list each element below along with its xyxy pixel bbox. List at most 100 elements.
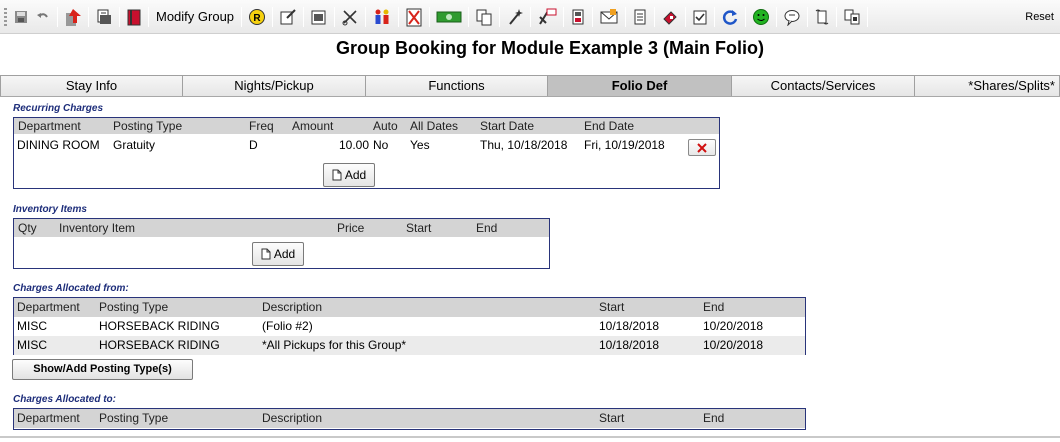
cut-icon[interactable] xyxy=(338,5,362,29)
cell-posting-type: HORSEBACK RIDING xyxy=(99,338,220,352)
header-posting-type: Posting Type xyxy=(99,411,169,425)
header-description: Description xyxy=(262,300,323,314)
tab-contacts-services[interactable]: Contacts/Services xyxy=(731,75,915,96)
table-row[interactable]: DINING ROOM Gratuity D 10.00 No Yes Thu,… xyxy=(14,136,719,156)
tab-stay-info[interactable]: Stay Info xyxy=(0,75,183,96)
header-start: Start xyxy=(406,221,432,235)
toolbar-separator xyxy=(499,6,501,27)
toolbar-separator xyxy=(88,6,89,27)
cell-end: 10/20/2018 xyxy=(703,338,764,352)
header-posting-type: Posting Type xyxy=(99,300,169,314)
toolbar-separator xyxy=(745,6,747,27)
header-all-dates: All Dates xyxy=(410,119,459,133)
delete-charge-button[interactable] xyxy=(688,139,716,156)
toolbar-separator xyxy=(625,6,627,27)
toolbar-separator xyxy=(334,6,336,27)
cell-start-date: Thu, 10/18/2018 xyxy=(480,138,568,152)
speech-icon[interactable] xyxy=(780,5,804,29)
toolbar-separator xyxy=(119,6,120,27)
tab-folio-def[interactable]: Folio Def xyxy=(547,75,732,96)
toolbar-separator xyxy=(468,6,470,27)
cell-freq: D xyxy=(249,138,258,152)
new-document-icon xyxy=(261,248,271,260)
show-add-posting-types-button[interactable]: Show/Add Posting Type(s) xyxy=(12,359,193,380)
cell-department: MISC xyxy=(17,319,47,333)
bottom-divider xyxy=(0,436,1060,438)
copy-icon[interactable] xyxy=(472,5,496,29)
header-inventory-item: Inventory Item xyxy=(59,221,136,235)
money-icon[interactable] xyxy=(433,5,465,29)
cell-department: MISC xyxy=(17,338,47,352)
tab-functions[interactable]: Functions xyxy=(365,75,548,96)
recurring-charges-label: Recurring Charges xyxy=(13,103,104,114)
toolbar-separator xyxy=(563,6,565,27)
calculator-icon[interactable] xyxy=(567,5,589,29)
header-end: End xyxy=(476,221,498,235)
add-inventory-item-button[interactable]: Add xyxy=(252,242,304,266)
toolbar: Modify Group R Reset xyxy=(0,0,1060,34)
header-auto: Auto xyxy=(373,119,398,133)
modify-group-button[interactable]: Modify Group xyxy=(152,5,238,29)
header-price: Price xyxy=(337,221,365,235)
envelope-icon[interactable] xyxy=(596,5,622,29)
header-end: End xyxy=(703,300,725,314)
svg-text:R: R xyxy=(253,13,261,24)
cancel-doc-icon[interactable] xyxy=(402,5,426,29)
notes-icon[interactable] xyxy=(307,5,331,29)
yield-icon[interactable]: R xyxy=(245,5,269,29)
cell-end: 10/20/2018 xyxy=(703,319,764,333)
eraser-icon[interactable] xyxy=(658,5,682,29)
toolbar-separator xyxy=(365,6,367,27)
cell-description: (Folio #2) xyxy=(262,319,313,333)
smiley-icon[interactable] xyxy=(749,5,773,29)
delete-x-icon xyxy=(697,142,707,153)
toolbar-separator xyxy=(592,6,594,27)
header-start: Start xyxy=(599,300,625,314)
checklist-icon[interactable] xyxy=(689,5,711,29)
tab-shares-splits[interactable]: *Shares/Splits* xyxy=(914,75,1060,96)
save-icon[interactable] xyxy=(10,5,32,29)
inventory-items-table: Qty Inventory Item Price Start End Add xyxy=(13,218,550,269)
cell-start: 10/18/2018 xyxy=(599,338,660,352)
header-qty: Qty xyxy=(18,221,37,235)
toolbar-separator xyxy=(429,6,431,27)
toolbar-separator xyxy=(530,6,532,27)
tab-bar: Stay Info Nights/Pickup Functions Folio … xyxy=(0,75,1060,97)
transfer-icon[interactable] xyxy=(840,5,864,29)
edit-doc-icon[interactable] xyxy=(276,5,300,29)
table-header: Department Posting Type Freq Amount Auto… xyxy=(14,118,719,134)
charges-allocated-to-table: Department Posting Type Description Star… xyxy=(13,408,806,430)
header-end: End xyxy=(703,411,725,425)
inventory-items-label: Inventory Items xyxy=(13,204,87,215)
add-recurring-charge-button[interactable]: Add xyxy=(323,163,375,187)
bill-icon[interactable] xyxy=(534,5,560,29)
table-header: Qty Inventory Item Price Start End xyxy=(14,219,549,237)
reset-button[interactable]: Reset xyxy=(1022,5,1060,29)
tab-nights-pickup[interactable]: Nights/Pickup xyxy=(182,75,366,96)
table-row[interactable]: MISC HORSEBACK RIDING *All Pickups for t… xyxy=(14,336,805,355)
exit-icon[interactable] xyxy=(61,5,85,29)
wand-icon[interactable] xyxy=(503,5,527,29)
cell-posting-type: HORSEBACK RIDING xyxy=(99,319,220,333)
table-row[interactable]: MISC HORSEBACK RIDING (Folio #2) 10/18/2… xyxy=(14,317,805,336)
document-icon[interactable] xyxy=(629,5,651,29)
people-icon[interactable] xyxy=(369,5,395,29)
cell-department: DINING ROOM xyxy=(17,138,100,152)
add-label: Add xyxy=(273,247,296,261)
header-amount: Amount xyxy=(292,119,334,133)
print-report-icon[interactable] xyxy=(92,5,116,29)
toolbar-separator xyxy=(836,6,838,27)
toolbar-separator xyxy=(654,6,656,27)
scroll-icon[interactable] xyxy=(811,5,833,29)
recurring-charges-table: Department Posting Type Freq Amount Auto… xyxy=(13,117,720,189)
book-icon[interactable] xyxy=(123,5,145,29)
toolbar-separator xyxy=(398,6,400,27)
charges-allocated-from-label: Charges Allocated from: xyxy=(13,283,129,294)
refresh-icon[interactable] xyxy=(718,5,742,29)
header-freq: Freq xyxy=(249,119,274,133)
toolbar-grip xyxy=(4,7,7,26)
charges-allocated-to-label: Charges Allocated to: xyxy=(13,394,116,405)
header-posting-type: Posting Type xyxy=(113,119,183,133)
undo-icon[interactable] xyxy=(32,5,54,29)
new-document-icon xyxy=(332,169,342,181)
